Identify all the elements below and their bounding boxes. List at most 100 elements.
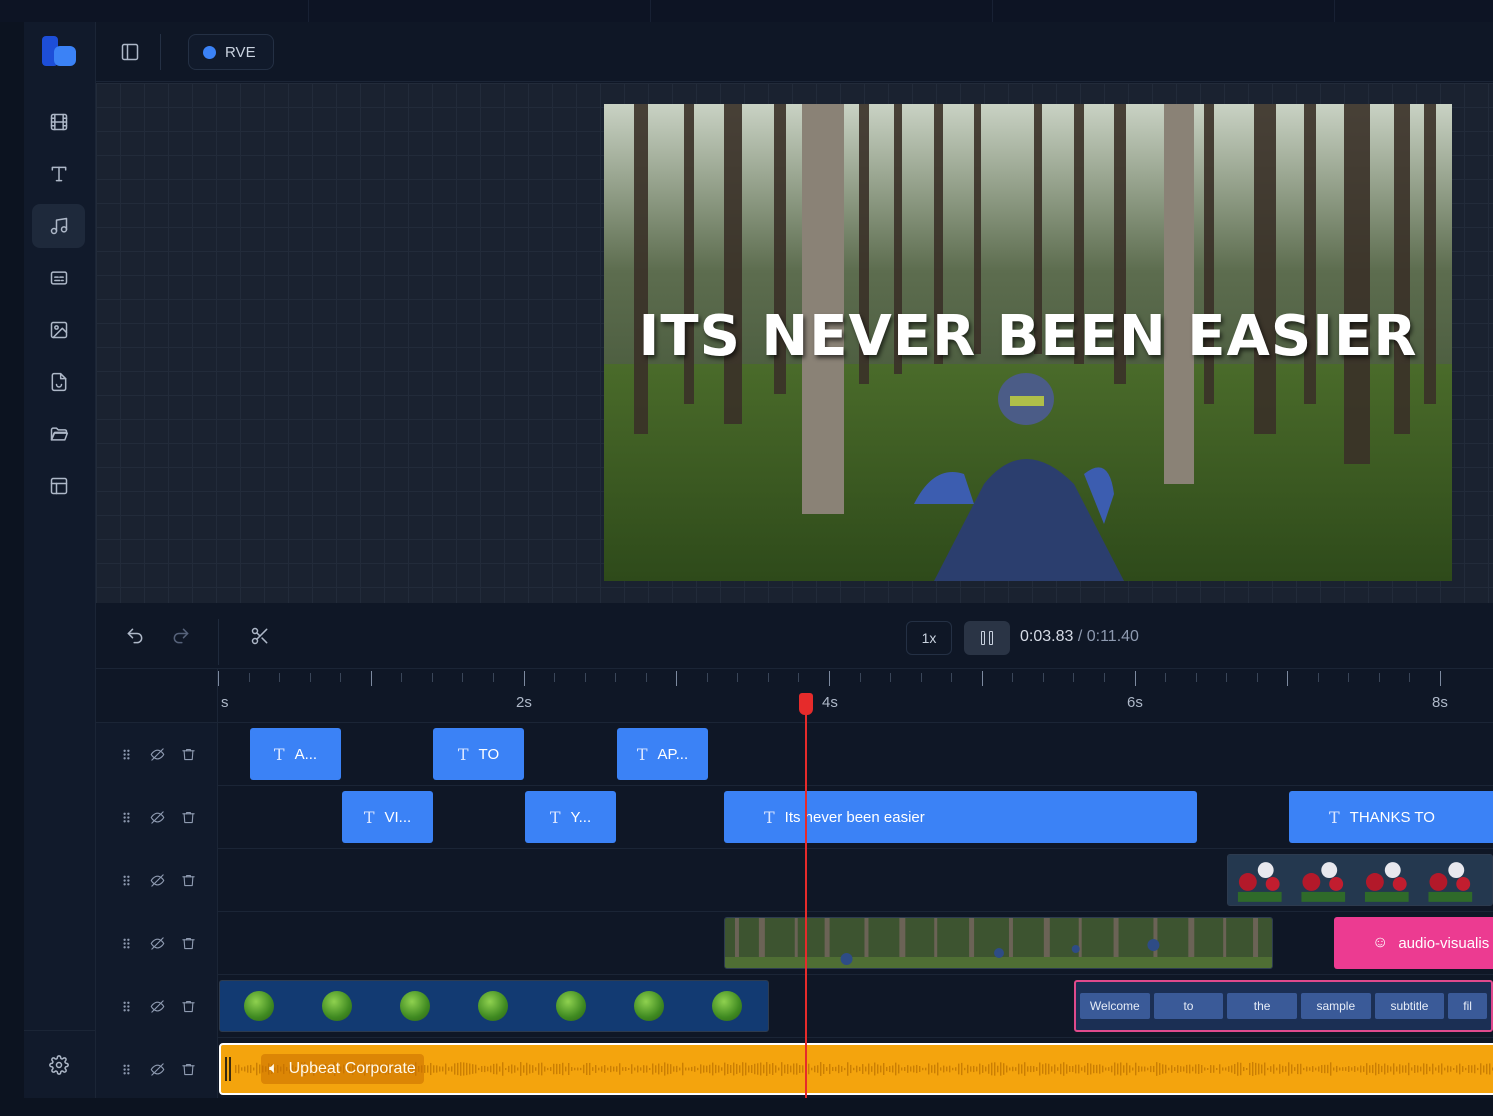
ruler-tick xyxy=(462,673,463,682)
redo-button[interactable] xyxy=(168,623,194,649)
waveform-bar xyxy=(1234,1063,1236,1075)
waveform-bar xyxy=(1459,1063,1461,1075)
text-clip[interactable]: T Y... xyxy=(525,791,616,843)
waveform-bar xyxy=(1087,1063,1089,1075)
waveform-bar xyxy=(1354,1066,1356,1072)
waveform-bar xyxy=(748,1065,750,1073)
drag-handle-icon[interactable] xyxy=(117,808,135,826)
track-row: T VI... T Y... T Its never been easier T THA… xyxy=(96,786,1493,849)
waveform-bar xyxy=(1381,1065,1383,1073)
window-top-strip xyxy=(0,0,1493,22)
sidebar-item-uploads[interactable] xyxy=(32,412,85,456)
waveform-bar xyxy=(529,1064,531,1074)
text-clip[interactable]: T A... xyxy=(250,728,341,780)
waveform-bar xyxy=(835,1066,837,1072)
time-display: 0:03.83 / 0:11.40 xyxy=(1020,628,1139,646)
trash-icon[interactable] xyxy=(179,1060,197,1078)
audio-clip[interactable]: 🔈︎ Upbeat Corporate xyxy=(219,1043,1493,1095)
track-controls xyxy=(96,849,218,912)
waveform-bar xyxy=(1183,1066,1185,1072)
waveform-bar xyxy=(1444,1067,1446,1071)
sidebar-item-text[interactable] xyxy=(32,152,85,196)
playhead-handle[interactable] xyxy=(799,693,813,715)
sticker-icon xyxy=(51,372,66,392)
drag-handle-icon[interactable] xyxy=(117,745,135,763)
sidebar-item-stickers[interactable] xyxy=(32,360,85,404)
waveform-bar xyxy=(802,1065,804,1073)
broccoli-video-clip[interactable] xyxy=(219,980,769,1032)
trash-icon[interactable] xyxy=(179,871,197,889)
text-clip[interactable]: T THANKS TO xyxy=(1289,791,1493,843)
drag-handle-icon[interactable] xyxy=(117,997,135,1015)
drag-handle-icon[interactable] xyxy=(117,934,135,952)
waveform-bar xyxy=(535,1067,537,1071)
image-clip[interactable] xyxy=(1227,854,1493,906)
sidebar-divider xyxy=(24,1030,96,1031)
ruler-tick xyxy=(1012,673,1013,682)
text-clip[interactable]: T AP... xyxy=(617,728,708,780)
playback-speed-button[interactable]: 1x xyxy=(906,621,952,655)
visibility-icon[interactable] xyxy=(148,808,166,826)
waveform-bar xyxy=(460,1062,462,1076)
waveform-bar xyxy=(1471,1065,1473,1073)
undo-button[interactable] xyxy=(122,623,148,649)
waveform-bar xyxy=(769,1064,771,1074)
trash-icon[interactable] xyxy=(179,745,197,763)
waveform-bar xyxy=(1399,1064,1401,1074)
text-clip-label: TO xyxy=(478,745,500,763)
drag-handle-icon[interactable] xyxy=(117,1060,135,1078)
visibility-icon[interactable] xyxy=(148,1060,166,1078)
sidebar-item-images[interactable] xyxy=(32,308,85,352)
waveform-bar xyxy=(1156,1062,1158,1076)
waveform-bar xyxy=(565,1066,567,1072)
trash-icon[interactable] xyxy=(179,808,197,826)
audio-clip-label-chip: 🔈︎ Upbeat Corporate xyxy=(261,1054,424,1084)
waveform-bar xyxy=(1384,1063,1386,1075)
text-clip[interactable]: T Its never been easier xyxy=(724,791,1197,843)
visibility-icon[interactable] xyxy=(148,997,166,1015)
layout-icon xyxy=(50,477,67,495)
waveform-bar xyxy=(1066,1064,1068,1074)
settings-button[interactable] xyxy=(32,1043,85,1087)
top-bar: RVE xyxy=(96,22,1493,82)
track-row: T A... T TO T AP... xyxy=(96,723,1493,786)
ruler-tick xyxy=(951,673,952,682)
waveform-bar xyxy=(943,1065,945,1073)
timeline-ruler[interactable]: s 2s 4s 6s 8s xyxy=(96,669,1493,723)
split-button[interactable] xyxy=(247,623,273,649)
ruler-tick xyxy=(1165,673,1166,682)
sidebar-item-audio[interactable] xyxy=(32,204,85,248)
sidebar-item-video[interactable] xyxy=(32,100,85,144)
text-clip[interactable]: T VI... xyxy=(342,791,433,843)
trim-handle[interactable] xyxy=(225,1057,231,1081)
visibility-icon[interactable] xyxy=(148,745,166,763)
waveform-bar xyxy=(865,1066,867,1072)
app-logo[interactable] xyxy=(40,34,80,70)
trash-icon[interactable] xyxy=(179,934,197,952)
waveform-bar xyxy=(1123,1065,1125,1073)
project-chip[interactable]: RVE xyxy=(188,34,274,70)
waveform-bar xyxy=(589,1062,591,1076)
waveform-bar xyxy=(1327,1064,1329,1074)
toggle-panel-button[interactable] xyxy=(118,40,142,64)
trash-icon[interactable] xyxy=(179,997,197,1015)
waveform-bar xyxy=(1057,1067,1059,1071)
waveform-bar xyxy=(577,1067,579,1071)
visibility-icon[interactable] xyxy=(148,871,166,889)
waveform-bar xyxy=(478,1067,480,1071)
subtitles-clip[interactable]: Welcome to the sample subtitle fil xyxy=(1074,980,1493,1032)
waveform-bar xyxy=(1120,1062,1122,1076)
pause-button[interactable] xyxy=(964,621,1010,655)
visibility-icon[interactable] xyxy=(148,934,166,952)
sidebar-item-captions[interactable] xyxy=(32,256,85,300)
waveform-bar xyxy=(907,1065,909,1073)
waveform-bar xyxy=(613,1066,615,1072)
audio-visualizer-clip[interactable]: ☺ audio-visualis xyxy=(1334,917,1493,969)
waveform-bar xyxy=(955,1067,957,1071)
playhead[interactable] xyxy=(805,693,807,1098)
text-clip[interactable]: T TO xyxy=(433,728,524,780)
video-preview[interactable]: ITS NEVER BEEN EASIER xyxy=(604,104,1452,581)
drag-handle-icon[interactable] xyxy=(117,871,135,889)
waveform-bar xyxy=(724,1062,726,1076)
sidebar-item-templates[interactable] xyxy=(32,464,85,508)
